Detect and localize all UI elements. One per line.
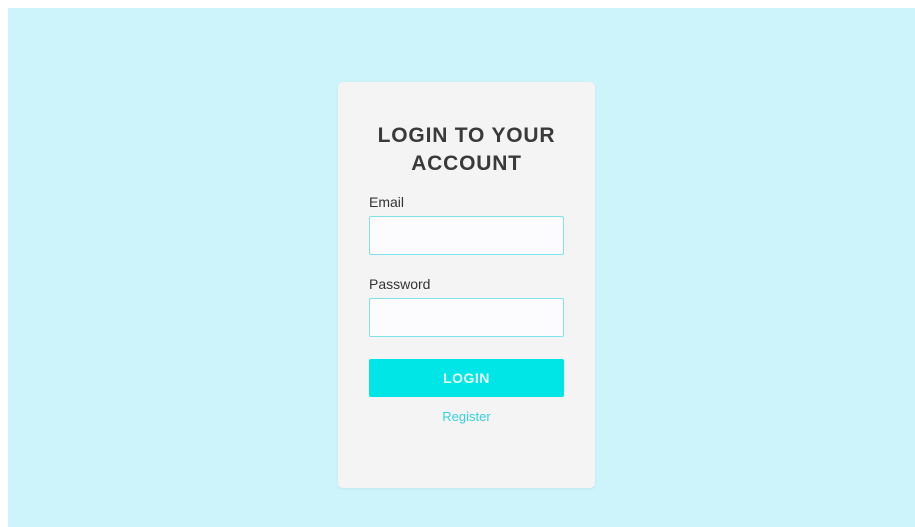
register-link[interactable]: Register [369,409,564,424]
login-title-line-2: ACCOUNT [411,152,522,175]
login-title: LOGIN TO YOUR ACCOUNT [369,122,564,178]
email-label: Email [369,194,405,210]
password-input[interactable] [369,298,564,337]
login-button[interactable]: LOGIN [369,359,564,397]
page-background: LOGIN TO YOUR ACCOUNT Email Password LOG… [8,8,915,527]
login-card: LOGIN TO YOUR ACCOUNT Email Password LOG… [338,82,595,488]
email-input[interactable] [369,216,564,255]
login-title-line-1: LOGIN TO YOUR [377,124,556,147]
password-label: Password [369,276,431,292]
